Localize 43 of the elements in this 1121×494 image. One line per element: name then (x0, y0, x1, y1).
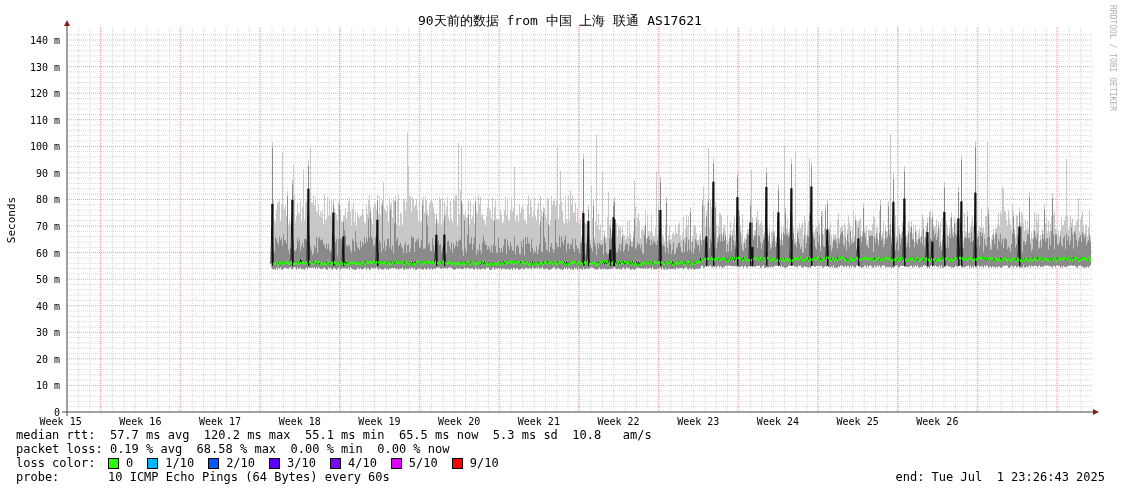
y-tick-label: 60 m (35, 247, 60, 259)
y-tick-label: 30 m (35, 327, 60, 339)
packet-loss-stats: packet loss: 0.19 % avg 68.58 % max 0.00 % min 0.00 % now (16, 442, 451, 456)
x-tick-label: Week 19 (358, 416, 401, 427)
loss-color-value: 1/10 (165, 456, 195, 470)
y-tick-label: 110 m (29, 114, 60, 126)
x-tick-label: Week 23 (677, 416, 720, 427)
x-tick-label: Week 20 (438, 416, 481, 427)
probe-label: probe: (16, 470, 61, 484)
y-tick-label: 70 m (35, 221, 60, 232)
x-tick-label: Week 26 (916, 416, 959, 427)
median-rtt-stats: median rtt: 57.7 ms avg 120.2 ms max 55.1 ms min 65.5 ms now 5.3 ms sd 10.8 am/s (16, 428, 653, 442)
loss-color-value: 2/10 (226, 456, 256, 470)
y-tick-label: 130 m (29, 61, 60, 73)
x-tick-label: Week 24 (756, 416, 800, 427)
y-tick-label: 120 m (29, 88, 60, 100)
loss-color-label: loss color: (16, 456, 97, 470)
y-tick-label: 50 m (35, 274, 60, 286)
y-tick-label: 140 m (29, 35, 60, 46)
x-tick-label: Week 25 (836, 416, 879, 427)
y-axis-label: Seconds (5, 196, 18, 244)
graph-title: 90天前的数据 from 中国 上海 联通 AS17621 (418, 13, 702, 28)
y-tick-label: 90 m (35, 167, 60, 179)
credit-text: RRDTOOL / TOBI OETIKER (1108, 5, 1117, 111)
y-tick-label: 20 m (35, 353, 60, 365)
x-tick-label: Week 22 (597, 416, 640, 427)
y-tick-label: 80 m (35, 194, 60, 206)
y-tick-label: 40 m (35, 300, 60, 312)
x-tick-label: Week 18 (278, 416, 321, 427)
x-tick-label: Week 15 (39, 416, 82, 427)
y-tick-label: 100 m (29, 141, 60, 153)
x-tick-label: Week 16 (119, 416, 162, 427)
loss-color-value: 0 (126, 456, 134, 470)
y-tick-label: 0 (53, 407, 60, 418)
y-tick-label: 10 m (35, 380, 60, 392)
x-tick-label: Week 17 (198, 416, 242, 427)
end-time: end: Tue Jul 1 23:26:43 2025 (895, 470, 1105, 484)
loss-color-value: 3/10 (287, 456, 316, 470)
loss-color-value: 9/10 (469, 456, 499, 470)
probe-description: 10 ICMP Echo Pings (64 Bytes) every 60s (108, 470, 390, 484)
x-tick-label: Week 21 (517, 416, 560, 427)
loss-color-value: 5/10 (408, 456, 438, 470)
loss-color-value: 4/10 (347, 456, 377, 470)
